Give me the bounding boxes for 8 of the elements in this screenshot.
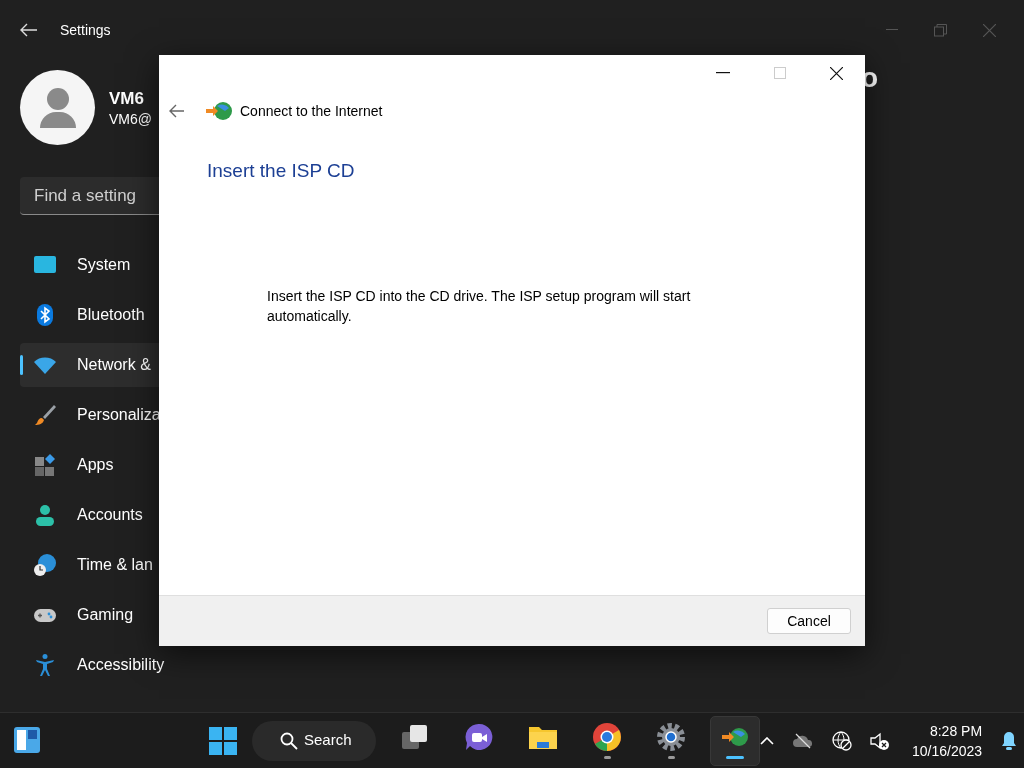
user-email: VM6@ (109, 109, 152, 128)
clock-time: 8:28 PM (929, 721, 983, 741)
user-name: VM6 (109, 87, 145, 110)
dialog-heading: Insert the ISP CD (207, 159, 355, 183)
window-title: Settings (60, 20, 111, 40)
clock-date: 10/16/2023 (912, 741, 983, 761)
dialog-title: Connect to the Internet (240, 101, 383, 121)
dialog-message: Insert the ISP CD into the CD drive. The ISP setup program will start automatically. (267, 286, 692, 326)
